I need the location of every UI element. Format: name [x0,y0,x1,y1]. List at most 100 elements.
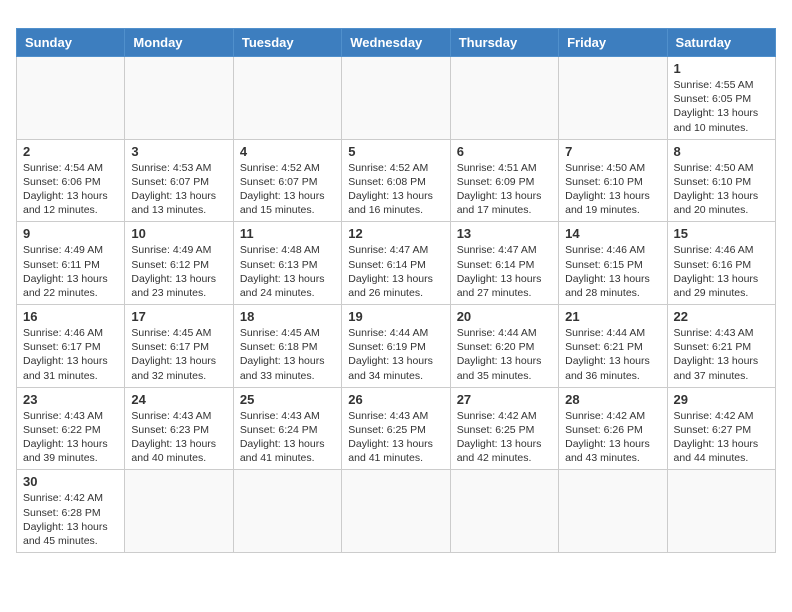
calendar-day-cell: 23 Sunrise: 4:43 AM Sunset: 6:22 PM Dayli… [17,387,125,470]
day-info: Sunrise: 4:43 AM Sunset: 6:24 PM Dayligh… [240,409,335,466]
day-number: 2 [23,144,118,159]
calendar-day-cell: 30 Sunrise: 4:42 AM Sunset: 6:28 PM Dayli… [17,470,125,553]
day-number: 6 [457,144,552,159]
day-number: 8 [674,144,769,159]
day-number: 20 [457,309,552,324]
calendar-day-cell [125,57,233,140]
day-number: 30 [23,474,118,489]
calendar-day-cell: 12Sunrise: 4:47 AM Sunset: 6:14 PM Dayli… [342,222,450,305]
day-number: 22 [674,309,769,324]
day-number: 27 [457,392,552,407]
calendar-day-cell: 19Sunrise: 4:44 AM Sunset: 6:19 PM Dayli… [342,305,450,388]
day-number: 11 [240,226,335,241]
header-row: SundayMondayTuesdayWednesdayThursdayFrid… [17,29,776,57]
day-number: 18 [240,309,335,324]
day-info: Sunrise: 4:46 AM Sunset: 6:16 PM Dayligh… [674,243,769,300]
day-info: Sunrise: 4:44 AM Sunset: 6:21 PM Dayligh… [565,326,660,383]
calendar-day-cell: 24 Sunrise: 4:43 AM Sunset: 6:23 PM Dayli… [125,387,233,470]
calendar-day-cell: 7 Sunrise: 4:50 AM Sunset: 6:10 PM Daylig… [559,139,667,222]
day-info: Sunrise: 4:43 AM Sunset: 6:25 PM Dayligh… [348,409,443,466]
day-number: 15 [674,226,769,241]
calendar-day-cell [450,57,558,140]
day-number: 29 [674,392,769,407]
day-number: 16 [23,309,118,324]
calendar-day-cell: 21 Sunrise: 4:44 AM Sunset: 6:21 PM Dayli… [559,305,667,388]
calendar-week-row: 23 Sunrise: 4:43 AM Sunset: 6:22 PM Dayli… [17,387,776,470]
day-number: 14 [565,226,660,241]
day-info: Sunrise: 4:46 AM Sunset: 6:15 PM Dayligh… [565,243,660,300]
calendar-day-cell: 20 Sunrise: 4:44 AM Sunset: 6:20 PM Dayli… [450,305,558,388]
calendar-day-cell: 9 Sunrise: 4:49 AM Sunset: 6:11 PM Daylig… [17,222,125,305]
day-info: Sunrise: 4:47 AM Sunset: 6:14 PM Dayligh… [457,243,552,300]
calendar-day-cell: 5 Sunrise: 4:52 AM Sunset: 6:08 PM Daylig… [342,139,450,222]
day-number: 23 [23,392,118,407]
weekday-header: Sunday [17,29,125,57]
calendar-day-cell: 26Sunrise: 4:43 AM Sunset: 6:25 PM Dayli… [342,387,450,470]
calendar-day-cell: 11Sunrise: 4:48 AM Sunset: 6:13 PM Dayli… [233,222,341,305]
calendar-day-cell: 14 Sunrise: 4:46 AM Sunset: 6:15 PM Dayli… [559,222,667,305]
calendar-day-cell: 18 Sunrise: 4:45 AM Sunset: 6:18 PM Dayli… [233,305,341,388]
day-info: Sunrise: 4:49 AM Sunset: 6:11 PM Dayligh… [23,243,118,300]
calendar-day-cell: 27 Sunrise: 4:42 AM Sunset: 6:25 PM Dayli… [450,387,558,470]
day-number: 13 [457,226,552,241]
day-number: 21 [565,309,660,324]
calendar-day-cell: 6Sunrise: 4:51 AM Sunset: 6:09 PM Daylig… [450,139,558,222]
calendar-day-cell [667,470,775,553]
day-info: Sunrise: 4:55 AM Sunset: 6:05 PM Dayligh… [674,78,769,135]
weekday-header: Friday [559,29,667,57]
day-info: Sunrise: 4:42 AM Sunset: 6:26 PM Dayligh… [565,409,660,466]
day-number: 25 [240,392,335,407]
day-info: Sunrise: 4:50 AM Sunset: 6:10 PM Dayligh… [565,161,660,218]
calendar-day-cell [559,470,667,553]
day-info: Sunrise: 4:42 AM Sunset: 6:27 PM Dayligh… [674,409,769,466]
day-info: Sunrise: 4:54 AM Sunset: 6:06 PM Dayligh… [23,161,118,218]
calendar-day-cell: 17Sunrise: 4:45 AM Sunset: 6:17 PM Dayli… [125,305,233,388]
calendar-day-cell: 10 Sunrise: 4:49 AM Sunset: 6:12 PM Dayli… [125,222,233,305]
calendar-day-cell [559,57,667,140]
day-number: 17 [131,309,226,324]
calendar-day-cell [233,470,341,553]
day-info: Sunrise: 4:42 AM Sunset: 6:25 PM Dayligh… [457,409,552,466]
day-number: 1 [674,61,769,76]
calendar-day-cell [125,470,233,553]
day-number: 7 [565,144,660,159]
day-info: Sunrise: 4:53 AM Sunset: 6:07 PM Dayligh… [131,161,226,218]
day-number: 24 [131,392,226,407]
calendar-week-row: 16 Sunrise: 4:46 AM Sunset: 6:17 PM Dayli… [17,305,776,388]
calendar-day-cell: 29 Sunrise: 4:42 AM Sunset: 6:27 PM Dayli… [667,387,775,470]
calendar-day-cell [342,470,450,553]
calendar-day-cell [342,57,450,140]
day-number: 10 [131,226,226,241]
day-info: Sunrise: 4:47 AM Sunset: 6:14 PM Dayligh… [348,243,443,300]
calendar-day-cell: 15 Sunrise: 4:46 AM Sunset: 6:16 PM Dayli… [667,222,775,305]
day-info: Sunrise: 4:42 AM Sunset: 6:28 PM Dayligh… [23,491,118,548]
calendar-day-cell: 3Sunrise: 4:53 AM Sunset: 6:07 PM Daylig… [125,139,233,222]
calendar-day-cell: 25 Sunrise: 4:43 AM Sunset: 6:24 PM Dayli… [233,387,341,470]
day-info: Sunrise: 4:49 AM Sunset: 6:12 PM Dayligh… [131,243,226,300]
calendar-day-cell: 1 Sunrise: 4:55 AM Sunset: 6:05 PM Daylig… [667,57,775,140]
calendar-day-cell: 2 Sunrise: 4:54 AM Sunset: 6:06 PM Daylig… [17,139,125,222]
calendar-day-cell [233,57,341,140]
calendar-week-row: 9 Sunrise: 4:49 AM Sunset: 6:11 PM Daylig… [17,222,776,305]
day-info: Sunrise: 4:43 AM Sunset: 6:21 PM Dayligh… [674,326,769,383]
day-info: Sunrise: 4:43 AM Sunset: 6:22 PM Dayligh… [23,409,118,466]
calendar-week-row: 30 Sunrise: 4:42 AM Sunset: 6:28 PM Dayli… [17,470,776,553]
calendar-day-cell: 4Sunrise: 4:52 AM Sunset: 6:07 PM Daylig… [233,139,341,222]
day-number: 9 [23,226,118,241]
calendar-header: SundayMondayTuesdayWednesdayThursdayFrid… [17,29,776,57]
calendar-body: 1 Sunrise: 4:55 AM Sunset: 6:05 PM Daylig… [17,57,776,553]
calendar-week-row: 2 Sunrise: 4:54 AM Sunset: 6:06 PM Daylig… [17,139,776,222]
weekday-header: Wednesday [342,29,450,57]
day-number: 28 [565,392,660,407]
weekday-header: Tuesday [233,29,341,57]
day-info: Sunrise: 4:46 AM Sunset: 6:17 PM Dayligh… [23,326,118,383]
day-info: Sunrise: 4:44 AM Sunset: 6:19 PM Dayligh… [348,326,443,383]
day-info: Sunrise: 4:52 AM Sunset: 6:08 PM Dayligh… [348,161,443,218]
day-number: 5 [348,144,443,159]
day-info: Sunrise: 4:44 AM Sunset: 6:20 PM Dayligh… [457,326,552,383]
calendar-table: SundayMondayTuesdayWednesdayThursdayFrid… [16,28,776,553]
day-info: Sunrise: 4:45 AM Sunset: 6:18 PM Dayligh… [240,326,335,383]
day-info: Sunrise: 4:50 AM Sunset: 6:10 PM Dayligh… [674,161,769,218]
day-info: Sunrise: 4:43 AM Sunset: 6:23 PM Dayligh… [131,409,226,466]
calendar-day-cell: 8 Sunrise: 4:50 AM Sunset: 6:10 PM Daylig… [667,139,775,222]
